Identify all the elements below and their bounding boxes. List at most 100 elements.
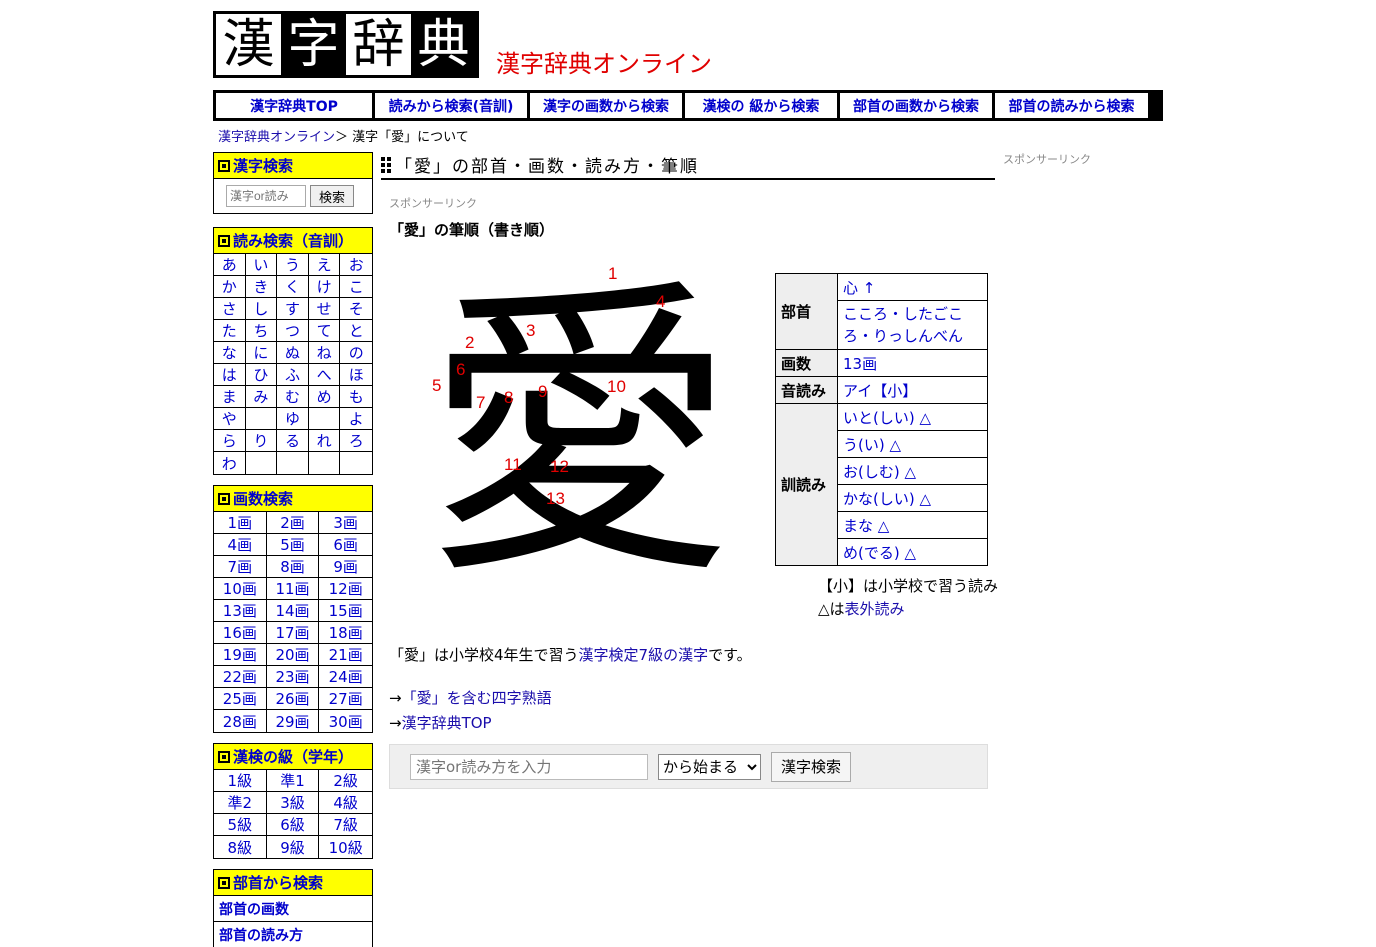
stroke-count-link[interactable]: 19画: [214, 644, 267, 666]
bottom-search-input[interactable]: [410, 753, 648, 780]
kanken-level-link[interactable]: 準2: [214, 792, 267, 814]
kana-link[interactable]: も: [340, 386, 372, 408]
stroke-count-link[interactable]: 16画: [214, 622, 267, 644]
on-reading-value[interactable]: アイ【小】: [837, 376, 988, 404]
bushu-stroke-link[interactable]: 部首の画数: [214, 896, 372, 922]
breadcrumb-home[interactable]: 漢字辞典オンライン: [218, 130, 335, 145]
kun-reading-value[interactable]: め(でる) △: [837, 538, 988, 566]
kun-reading-value[interactable]: いと(しい) △: [837, 403, 988, 431]
nav-stroke-search[interactable]: 漢字の画数から検索: [530, 93, 682, 118]
kana-link[interactable]: と: [340, 320, 372, 342]
stroke-count-link[interactable]: 30画: [319, 710, 372, 732]
stroke-count-link[interactable]: 9画: [319, 556, 372, 578]
kana-link[interactable]: お: [340, 254, 372, 276]
kun-reading-value[interactable]: う(い) △: [837, 430, 988, 458]
kanken-level-link[interactable]: 8級: [214, 836, 267, 858]
stroke-count-link[interactable]: 24画: [319, 666, 372, 688]
kana-link[interactable]: さ: [214, 298, 246, 320]
nav-kanken-search[interactable]: 漢検の 級から検索: [685, 93, 837, 118]
search-mode-select[interactable]: から始まる: [658, 753, 761, 780]
kana-link[interactable]: そ: [340, 298, 372, 320]
kana-link[interactable]: な: [214, 342, 246, 364]
stroke-count-link[interactable]: 10画: [214, 578, 267, 600]
kana-link[interactable]: れ: [308, 430, 341, 452]
stroke-count-link[interactable]: 27画: [319, 688, 372, 710]
kana-link[interactable]: い: [245, 254, 278, 276]
kana-link[interactable]: へ: [308, 364, 341, 386]
stroke-count-link[interactable]: 12画: [319, 578, 372, 600]
stroke-count-link[interactable]: 5画: [266, 534, 320, 556]
nav-top[interactable]: 漢字辞典TOP: [216, 93, 372, 118]
kana-link[interactable]: つ: [277, 320, 309, 342]
kana-link[interactable]: り: [245, 430, 278, 452]
kana-link[interactable]: た: [214, 320, 246, 342]
kana-link[interactable]: よ: [340, 408, 372, 430]
stroke-count-link[interactable]: 1画: [214, 512, 267, 534]
bushu-reading[interactable]: こころ・したごころ・りっしんべん: [837, 300, 988, 350]
stroke-count-link[interactable]: 8画: [266, 556, 320, 578]
kana-link[interactable]: す: [277, 298, 309, 320]
stroke-count-link[interactable]: 25画: [214, 688, 267, 710]
stroke-count-link[interactable]: 28画: [214, 710, 267, 732]
kana-link[interactable]: ほ: [340, 364, 372, 386]
kana-link[interactable]: う: [277, 254, 309, 276]
kanken-level-link[interactable]: 10級: [319, 836, 372, 858]
stroke-count-link[interactable]: 29画: [267, 710, 320, 732]
kana-link[interactable]: か: [214, 276, 246, 298]
kanken-level-link[interactable]: 漢字検定7級の漢字: [579, 646, 709, 664]
stroke-count-link[interactable]: 2画: [266, 512, 320, 534]
stroke-count-link[interactable]: 13画: [214, 600, 267, 622]
kun-reading-value[interactable]: まな △: [837, 511, 988, 539]
kana-link[interactable]: の: [340, 342, 372, 364]
kanken-level-link[interactable]: 6級: [266, 814, 320, 836]
site-title[interactable]: 漢字辞典オンライン: [496, 44, 712, 79]
nav-bushu-reading-search[interactable]: 部首の読みから検索: [995, 93, 1148, 118]
stroke-count-link[interactable]: 21画: [319, 644, 372, 666]
kakusu-value[interactable]: 13画: [837, 349, 988, 377]
stroke-count-link[interactable]: 11画: [266, 578, 320, 600]
stroke-count-link[interactable]: 17画: [266, 622, 320, 644]
legend-outside-link[interactable]: 表外読み: [845, 600, 905, 618]
kana-link[interactable]: こ: [340, 276, 372, 298]
stroke-count-link[interactable]: 22画: [214, 666, 267, 688]
kana-link[interactable]: ね: [308, 342, 341, 364]
kana-link[interactable]: け: [308, 276, 341, 298]
kana-link[interactable]: み: [245, 386, 278, 408]
kana-link[interactable]: ぬ: [277, 342, 309, 364]
kanken-level-link[interactable]: 5級: [214, 814, 267, 836]
kana-link[interactable]: て: [308, 320, 341, 342]
kana-link[interactable]: ら: [214, 430, 246, 452]
stroke-count-link[interactable]: 20画: [266, 644, 320, 666]
stroke-count-link[interactable]: 18画: [319, 622, 372, 644]
bushu-value[interactable]: 心 ↑: [837, 273, 988, 301]
stroke-count-link[interactable]: 3画: [319, 512, 372, 534]
kanken-level-link[interactable]: 2級: [319, 770, 372, 792]
kana-link[interactable]: え: [308, 254, 341, 276]
kana-link[interactable]: ち: [245, 320, 278, 342]
kana-link[interactable]: ろ: [340, 430, 372, 452]
kana-link[interactable]: や: [214, 408, 246, 430]
kana-link[interactable]: め: [308, 386, 341, 408]
kanken-level-link[interactable]: 準1: [266, 770, 320, 792]
yojijukugo-link[interactable]: 「愛」を含む四字熟語: [402, 689, 552, 707]
kana-link[interactable]: む: [277, 386, 309, 408]
nav-reading-search[interactable]: 読みから検索(音訓): [375, 93, 527, 118]
nav-bushu-stroke-search[interactable]: 部首の画数から検索: [840, 93, 992, 118]
kana-link[interactable]: し: [245, 298, 278, 320]
kana-link[interactable]: き: [245, 276, 278, 298]
kun-reading-value[interactable]: お(しむ) △: [837, 457, 988, 485]
stroke-count-link[interactable]: 14画: [266, 600, 320, 622]
sidebar-search-input[interactable]: [226, 185, 306, 207]
kana-link[interactable]: ひ: [245, 364, 278, 386]
kana-link[interactable]: ま: [214, 386, 246, 408]
kanken-level-link[interactable]: 1級: [214, 770, 267, 792]
kana-link[interactable]: ふ: [277, 364, 309, 386]
kana-link[interactable]: く: [277, 276, 309, 298]
kana-link[interactable]: わ: [214, 452, 246, 474]
stroke-count-link[interactable]: 26画: [266, 688, 320, 710]
site-logo[interactable]: 漢 字 辞 典: [213, 11, 479, 78]
dictionary-top-link[interactable]: 漢字辞典TOP: [402, 714, 492, 732]
kanji-search-button[interactable]: 漢字検索: [771, 751, 852, 782]
kana-link[interactable]: に: [245, 342, 278, 364]
kun-reading-value[interactable]: かな(しい) △: [837, 484, 988, 512]
